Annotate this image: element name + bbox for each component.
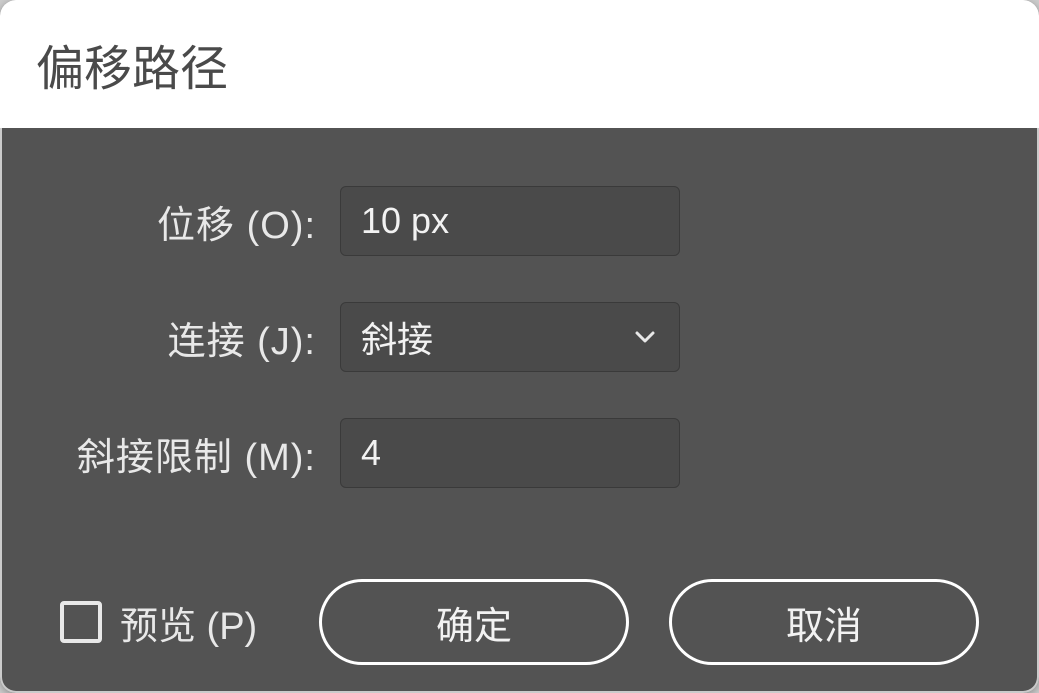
footer: 预览 (P) 确定 取消 [0,579,1039,665]
label-miter: 斜接限制 (M): [60,426,340,481]
dialog-title: 偏移路径 [36,29,228,99]
offset-path-dialog: 偏移路径 位移 (O): 连接 (J): 斜接 斜接限制 (M): 预览 (P) [0,0,1039,693]
form: 位移 (O): 连接 (J): 斜接 斜接限制 (M): [0,128,1039,488]
preview-checkbox[interactable] [60,601,102,643]
joins-dropdown[interactable]: 斜接 [340,302,680,372]
joins-dropdown-value: 斜接 [361,311,433,363]
row-offset: 位移 (O): [60,186,979,256]
label-offset: 位移 (O): [60,194,340,249]
offset-input[interactable] [340,186,680,256]
row-joins: 连接 (J): 斜接 [60,302,979,372]
preview-label: 预览 (P) [120,595,257,650]
row-miter: 斜接限制 (M): [60,418,979,488]
cancel-button[interactable]: 取消 [669,579,979,665]
chevron-down-icon [631,323,659,351]
titlebar: 偏移路径 [0,0,1039,128]
preview-checkbox-wrap[interactable]: 预览 (P) [60,595,257,650]
ok-button[interactable]: 确定 [319,579,629,665]
miter-input[interactable] [340,418,680,488]
label-joins: 连接 (J): [60,310,340,365]
actions: 确定 取消 [319,579,979,665]
